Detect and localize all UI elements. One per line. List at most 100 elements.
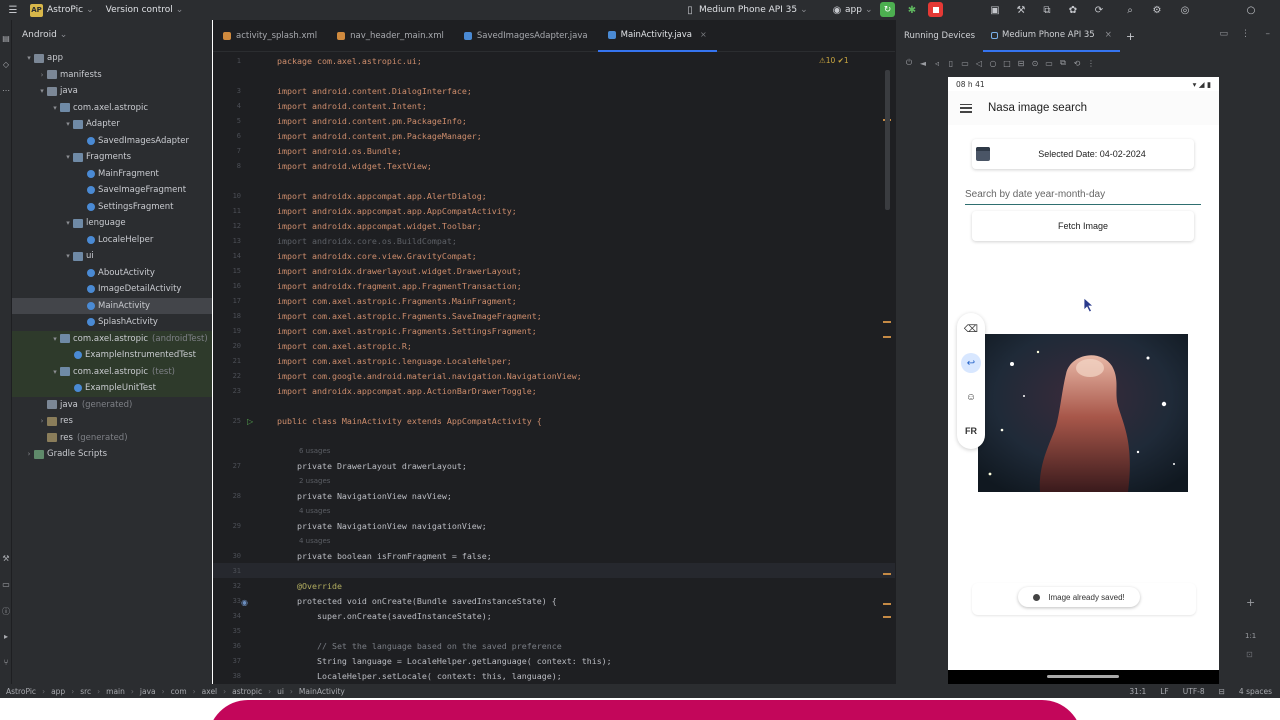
debug-button[interactable]: ✱ (905, 3, 919, 17)
cursor-position[interactable]: 31:1 (1129, 687, 1146, 696)
scroll-marker[interactable] (883, 603, 891, 605)
power-icon[interactable]: ⏻ (902, 58, 916, 68)
overview-icon[interactable]: □ (1000, 59, 1014, 68)
line-separator[interactable]: LF (1160, 687, 1169, 696)
device-manager-icon[interactable]: ▣ (988, 3, 1002, 17)
rotate-left-icon[interactable]: ▯ (944, 59, 958, 68)
file-encoding[interactable]: UTF-8 (1183, 687, 1205, 696)
code-area[interactable]: ⚠10 ✔1 ▷ ◉ 1 package com.axel.astropic.ui… (213, 53, 895, 684)
home-gesture-bar[interactable] (1047, 675, 1119, 678)
enter-icon[interactable]: ↩ (961, 353, 981, 373)
tree-item[interactable]: ▾ lenguage (12, 215, 212, 232)
tree-item[interactable]: ▾ app (12, 50, 212, 67)
device-selector[interactable]: ▯ Medium Phone API 35 ⌄ (683, 0, 807, 20)
snapshot-icon[interactable]: ⟲ (1070, 59, 1084, 68)
tab-device[interactable]: Medium Phone API 35 × (983, 20, 1120, 52)
tree-item[interactable]: ▾ com.axel.astropic (test) (12, 363, 212, 380)
screenrecord-icon[interactable]: ▭ (1042, 59, 1056, 68)
usages-hint[interactable]: 4 usages (299, 537, 330, 545)
tree-item[interactable]: java (generated) (12, 397, 212, 414)
tree-item[interactable]: SavedImagesAdapter (12, 133, 212, 150)
tree-item[interactable]: ▾ ui (12, 248, 212, 265)
scroll-marker[interactable] (883, 616, 891, 618)
account-icon[interactable]: ◎ (1178, 3, 1192, 17)
tree-item[interactable]: › res (12, 413, 212, 430)
commit-tool-icon[interactable]: ◇ (1, 60, 11, 70)
chevron-icon[interactable]: ▾ (50, 335, 60, 343)
gear-icon[interactable]: ⚙ (1150, 3, 1164, 17)
fit-screen-icon[interactable]: ⊡ (1246, 650, 1253, 659)
chevron-icon[interactable]: ▾ (37, 87, 47, 95)
volume-down-icon[interactable]: ◃ (930, 59, 944, 68)
tree-item[interactable]: › Gradle Scripts (12, 446, 212, 463)
usages-hint[interactable]: 6 usages (299, 447, 330, 455)
git-tool-icon[interactable]: ⑂ (1, 658, 11, 668)
indent-setting[interactable]: 4 spaces (1239, 687, 1272, 696)
device-screen[interactable]: 08 h 41 ▾ ◢ ▮ Nasa image search Selected… (948, 77, 1219, 684)
fetch-image-button[interactable]: Fetch Image (972, 211, 1194, 241)
run-config-selector[interactable]: ◉ app ⌄ (830, 0, 873, 20)
breadcrumb-item[interactable]: app (51, 687, 65, 696)
tree-item[interactable]: SettingsFragment (12, 199, 212, 216)
chevron-icon[interactable]: ▾ (63, 252, 73, 260)
chevron-icon[interactable]: › (24, 450, 34, 458)
breadcrumb-item[interactable]: axel (202, 687, 218, 696)
chevron-icon[interactable]: ▾ (24, 54, 34, 62)
inspector-icon[interactable]: ⧉ (1040, 3, 1054, 17)
close-icon[interactable]: × (1105, 30, 1112, 40)
nav-drawer-button[interactable] (960, 103, 972, 113)
version-control-menu[interactable]: Version control ⌄ (106, 0, 184, 20)
breadcrumb-item[interactable]: com (171, 687, 187, 696)
tree-item[interactable]: ▾ com.axel.astropic (12, 100, 212, 117)
fold-icon[interactable]: ⊟ (1014, 59, 1028, 68)
editor-scrollbar[interactable] (885, 70, 890, 210)
tree-item[interactable]: res (generated) (12, 430, 212, 447)
scroll-marker[interactable] (883, 336, 891, 338)
emoji-icon[interactable]: ☺ (961, 387, 981, 407)
tree-item[interactable]: ▾ java (12, 83, 212, 100)
scroll-marker[interactable] (883, 573, 891, 575)
tree-item[interactable]: MainFragment (12, 166, 212, 183)
editor-tab[interactable]: activity_splash.xml (213, 20, 327, 52)
problems-tool-icon[interactable]: ⓘ (1, 606, 11, 616)
terminal-tool-icon[interactable]: ▸ (1, 632, 11, 642)
build-tool-icon[interactable]: ⚒ (1, 554, 11, 564)
mirror-icon[interactable]: ⧉ (1056, 58, 1070, 68)
options-icon[interactable]: ▭ (1219, 29, 1228, 39)
backspace-icon[interactable]: ⌫ (961, 319, 981, 339)
more-icon[interactable]: ⋮ (1241, 29, 1250, 39)
search-date-input[interactable] (965, 185, 1201, 205)
tab-running-devices[interactable]: Running Devices (896, 20, 983, 52)
chevron-icon[interactable]: ▾ (63, 120, 73, 128)
breadcrumb-item[interactable]: java (140, 687, 156, 696)
extended-controls-icon[interactable]: ⋮ (1084, 59, 1098, 68)
back-icon[interactable]: ◁ (972, 59, 986, 68)
close-icon[interactable]: × (700, 30, 707, 39)
tree-item[interactable]: ImageDetailActivity (12, 281, 212, 298)
usages-hint[interactable]: 2 usages (299, 477, 330, 485)
chevron-icon[interactable]: › (37, 417, 47, 425)
tree-item[interactable]: ▾ Fragments (12, 149, 212, 166)
project-tool-icon[interactable]: ▤ (1, 34, 11, 44)
nasa-image[interactable] (978, 334, 1188, 492)
tree-item[interactable]: SaveImageFragment (12, 182, 212, 199)
volume-up-icon[interactable]: ◄ (916, 59, 930, 68)
chevron-icon[interactable]: ▾ (50, 368, 60, 376)
search-icon[interactable]: ⌕ (1123, 3, 1137, 17)
profiler-icon[interactable]: ⚒ (1014, 3, 1028, 17)
tree-item[interactable]: SplashActivity (12, 314, 212, 331)
tree-item[interactable]: AboutActivity (12, 265, 212, 282)
chevron-icon[interactable]: ▾ (63, 153, 73, 161)
lock-icon[interactable]: ⊟ (1219, 687, 1225, 696)
tree-item[interactable]: ▾ Adapter (12, 116, 212, 133)
editor-tab[interactable]: nav_header_main.xml (327, 20, 454, 52)
sync-icon[interactable]: ⟳ (1092, 3, 1106, 17)
date-picker-button[interactable]: Selected Date: 04-02-2024 (972, 139, 1194, 169)
tree-item[interactable]: LocaleHelper (12, 232, 212, 249)
chevron-icon[interactable]: ▾ (50, 104, 60, 112)
scroll-marker[interactable] (883, 321, 891, 323)
breadcrumb-item[interactable]: main (106, 687, 125, 696)
close-window-icon[interactable]: ○ (1244, 3, 1258, 17)
chevron-icon[interactable]: › (37, 71, 47, 79)
zoom-in-icon[interactable]: + (1246, 596, 1255, 609)
